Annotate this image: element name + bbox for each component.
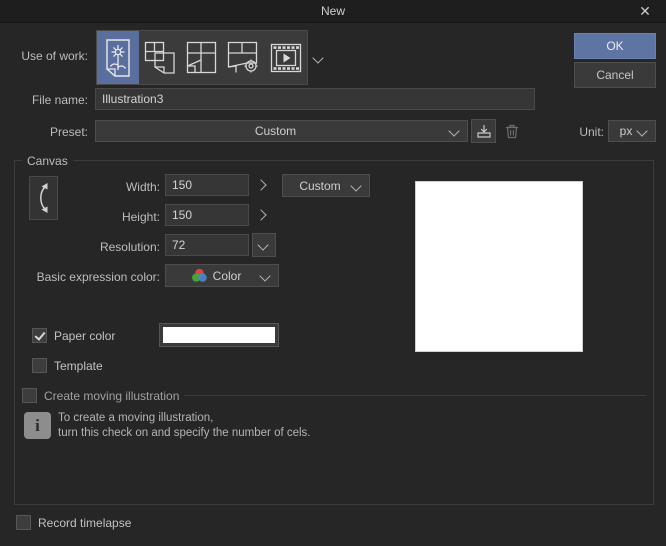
comic-panels-icon [186, 41, 217, 73]
use-of-work-comic-panels[interactable] [181, 31, 223, 84]
record-timelapse-checkbox-row[interactable]: Record timelapse [16, 515, 131, 530]
use-of-work-label: Use of work: [21, 49, 88, 63]
resolution-label: Resolution: [99, 240, 160, 254]
use-of-work-more-button[interactable] [310, 30, 328, 85]
paper-color-checkbox[interactable] [32, 328, 47, 343]
unit-dropdown[interactable]: px [608, 120, 656, 142]
delete-preset-button [501, 119, 523, 143]
chevron-down-icon [260, 270, 272, 282]
moving-illustration-divider [184, 395, 646, 396]
swap-width-height-icon [39, 183, 47, 213]
moving-illustration-info: To create a moving illustration, turn th… [58, 411, 311, 441]
chevron-right-icon [257, 209, 269, 221]
info-icon: i [24, 412, 51, 439]
illustration-icon [106, 38, 130, 77]
cancel-button[interactable]: Cancel [574, 62, 656, 88]
record-timelapse-checkbox[interactable] [16, 515, 31, 530]
swap-width-height-button[interactable] [29, 176, 58, 220]
template-checkbox[interactable] [32, 358, 47, 373]
title-bar: New ✕ [0, 0, 666, 23]
height-label: Height: [121, 210, 160, 224]
multiple-pages-icon [144, 41, 175, 74]
record-timelapse-label: Record timelapse [38, 515, 132, 530]
paper-color-swatch[interactable] [159, 323, 279, 347]
use-of-work-animation[interactable] [265, 31, 307, 84]
use-of-work-webtoon[interactable] [223, 31, 265, 84]
canvas-group-rule-right [72, 160, 654, 161]
moving-illustration-label: Create moving illustration [44, 388, 180, 403]
use-of-work-toolbar [96, 30, 308, 85]
expression-color-label: Basic expression color: [36, 270, 160, 284]
animation-icon [270, 43, 302, 72]
chevron-down-icon [449, 125, 461, 137]
webtoon-settings-icon [227, 41, 258, 72]
save-preset-icon [476, 125, 491, 138]
file-name-label: File name: [31, 93, 88, 107]
preset-value: Custom [254, 124, 297, 138]
chevron-right-icon [257, 179, 269, 191]
canvas-group-title: Canvas [22, 154, 73, 168]
info-line-2: turn this check on and specify the numbe… [58, 427, 311, 439]
paper-color-swatch-fill [163, 327, 275, 343]
delete-preset-icon [506, 124, 518, 138]
use-of-work-multiple-pages[interactable] [139, 31, 181, 84]
paper-color-checkbox-row[interactable]: Paper color [32, 328, 115, 343]
canvas-group-rule-left [14, 160, 22, 161]
preset-label: Preset: [49, 125, 88, 139]
info-line-1: To create a moving illustration, [58, 412, 214, 424]
chevron-down-icon [351, 180, 363, 192]
canvas-size-preset-dropdown[interactable]: Custom [282, 174, 370, 197]
canvas-preview [415, 181, 583, 352]
rgb-circles-icon [191, 268, 207, 282]
paper-color-label: Paper color [54, 328, 116, 343]
dialog-title: New [320, 4, 345, 18]
unit-value: px [619, 124, 633, 138]
ok-button[interactable]: OK [574, 33, 656, 59]
preset-dropdown[interactable]: Custom [95, 120, 468, 142]
width-label: Width: [125, 180, 160, 194]
expression-color-dropdown[interactable]: Color [165, 264, 279, 287]
moving-illustration-checkbox[interactable] [22, 388, 37, 403]
template-checkbox-row[interactable]: Template [32, 358, 103, 373]
width-input[interactable]: 150 [165, 174, 249, 196]
close-icon[interactable]: ✕ [624, 0, 666, 22]
canvas-size-preset-value: Custom [299, 178, 341, 193]
file-name-input[interactable]: Illustration3 [95, 88, 535, 110]
template-label: Template [54, 358, 103, 373]
resolution-input[interactable]: 72 [165, 234, 249, 256]
moving-illustration-checkbox-row[interactable]: Create moving illustration [22, 388, 179, 403]
resolution-dropdown-button[interactable] [252, 233, 276, 257]
use-of-work-illustration[interactable] [97, 31, 139, 84]
new-file-dialog: New ✕ Use of work: OK Cancel File name: … [0, 0, 666, 546]
save-preset-button[interactable] [471, 119, 496, 143]
chevron-down-icon [313, 52, 325, 64]
chevron-down-icon [258, 239, 270, 251]
expression-color-value: Color [212, 268, 242, 283]
height-input[interactable]: 150 [165, 204, 249, 226]
height-expand-button[interactable] [255, 204, 271, 226]
chevron-down-icon [637, 125, 649, 137]
width-expand-button[interactable] [255, 174, 271, 196]
unit-label: Unit: [579, 125, 604, 139]
